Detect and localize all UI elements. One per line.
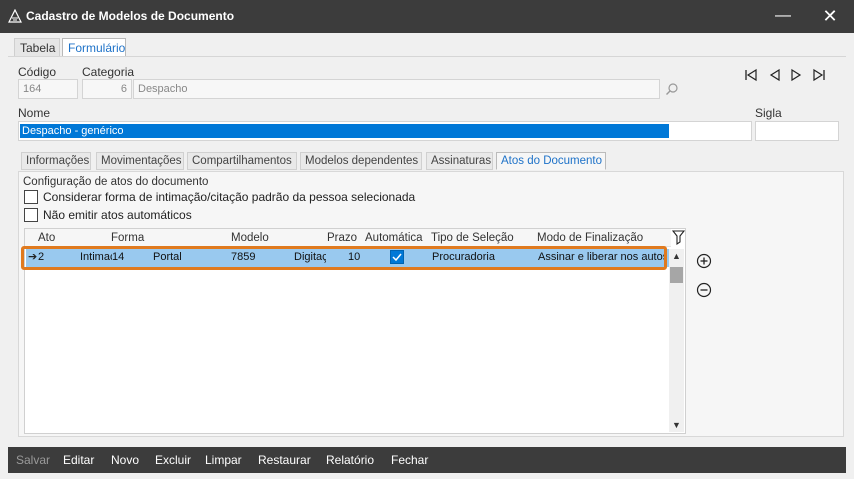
- scroll-down-icon[interactable]: ▼: [669, 418, 684, 432]
- title-bar: Cadastro de Modelos de Documento — ✕: [0, 0, 854, 33]
- minimize-button[interactable]: —: [772, 6, 794, 28]
- categoria-label: Categoria: [82, 65, 135, 79]
- app-logo-icon: [8, 9, 22, 23]
- row-highlight-box: [21, 246, 667, 270]
- fechar-button[interactable]: Fechar: [391, 453, 428, 467]
- checkbox-unchecked-icon: [24, 208, 38, 222]
- nome-field[interactable]: Despacho - genérico: [18, 121, 752, 141]
- tab-compartilhamentos[interactable]: Compartilhamentos: [187, 152, 297, 170]
- nome-label: Nome: [18, 106, 51, 120]
- editar-button[interactable]: Editar: [63, 453, 94, 467]
- tab-assinaturas[interactable]: Assinaturas: [426, 152, 493, 170]
- col-forma[interactable]: Forma: [111, 232, 144, 244]
- restaurar-button[interactable]: Restaurar: [258, 453, 311, 467]
- atos-section-title: Configuração de atos do documento: [23, 176, 209, 188]
- tab-movimentacoes[interactable]: Movimentações: [96, 152, 184, 170]
- nao-emitir-checkbox[interactable]: Não emitir atos automáticos: [24, 208, 224, 224]
- categoria-code-field[interactable]: 6: [82, 79, 132, 99]
- codigo-field[interactable]: 164: [18, 79, 78, 99]
- categoria-name-field[interactable]: Despacho: [133, 79, 660, 99]
- sigla-field[interactable]: [755, 121, 839, 141]
- excluir-button[interactable]: Excluir: [155, 453, 191, 467]
- last-record-icon[interactable]: [811, 67, 827, 83]
- first-record-icon[interactable]: [743, 67, 759, 83]
- tab-informacoes[interactable]: Informações: [21, 152, 91, 170]
- forma-padrao-checkbox[interactable]: Considerar forma de intimação/citação pa…: [24, 190, 444, 206]
- checkbox-unchecked-icon: [24, 190, 38, 204]
- previous-record-icon[interactable]: [767, 67, 783, 83]
- grid-scrollbar[interactable]: ▲ ▼: [669, 249, 684, 432]
- scroll-up-icon[interactable]: ▲: [669, 249, 684, 263]
- tab-modelos-dependentes[interactable]: Modelos dependentes: [300, 152, 422, 170]
- window-title: Cadastro de Modelos de Documento: [26, 9, 235, 23]
- salvar-button[interactable]: Salvar: [16, 453, 50, 467]
- tab-atos-do-documento[interactable]: Atos do Documento: [496, 152, 606, 170]
- novo-button[interactable]: Novo: [111, 453, 139, 467]
- codigo-label: Código: [18, 65, 57, 79]
- action-bar: Salvar Editar Novo Excluir Limpar Restau…: [8, 447, 846, 473]
- remove-row-icon[interactable]: [696, 282, 712, 298]
- col-prazo[interactable]: Prazo: [327, 232, 357, 244]
- sigla-label: Sigla: [755, 106, 782, 120]
- limpar-button[interactable]: Limpar: [205, 453, 242, 467]
- nome-value: Despacho - genérico: [20, 124, 669, 138]
- col-modelo[interactable]: Modelo: [231, 232, 269, 244]
- tab-tabela[interactable]: Tabela: [14, 38, 60, 56]
- add-row-icon[interactable]: [696, 253, 712, 269]
- col-ato[interactable]: Ato: [38, 232, 55, 244]
- filter-icon[interactable]: [672, 230, 685, 245]
- tab-formulario[interactable]: Formulário: [62, 38, 126, 56]
- col-tipo-selecao[interactable]: Tipo de Seleção: [431, 232, 514, 244]
- relatorio-button[interactable]: Relatório: [326, 453, 374, 467]
- close-button[interactable]: ✕: [819, 6, 841, 28]
- col-automatica[interactable]: Automática: [365, 232, 423, 244]
- col-modo-finalizacao[interactable]: Modo de Finalização: [537, 232, 643, 244]
- next-record-icon[interactable]: [788, 67, 804, 83]
- search-icon[interactable]: [665, 82, 679, 96]
- scroll-thumb[interactable]: [670, 267, 683, 283]
- grid-header: Ato Forma Modelo Prazo Automática Tipo d…: [25, 229, 671, 247]
